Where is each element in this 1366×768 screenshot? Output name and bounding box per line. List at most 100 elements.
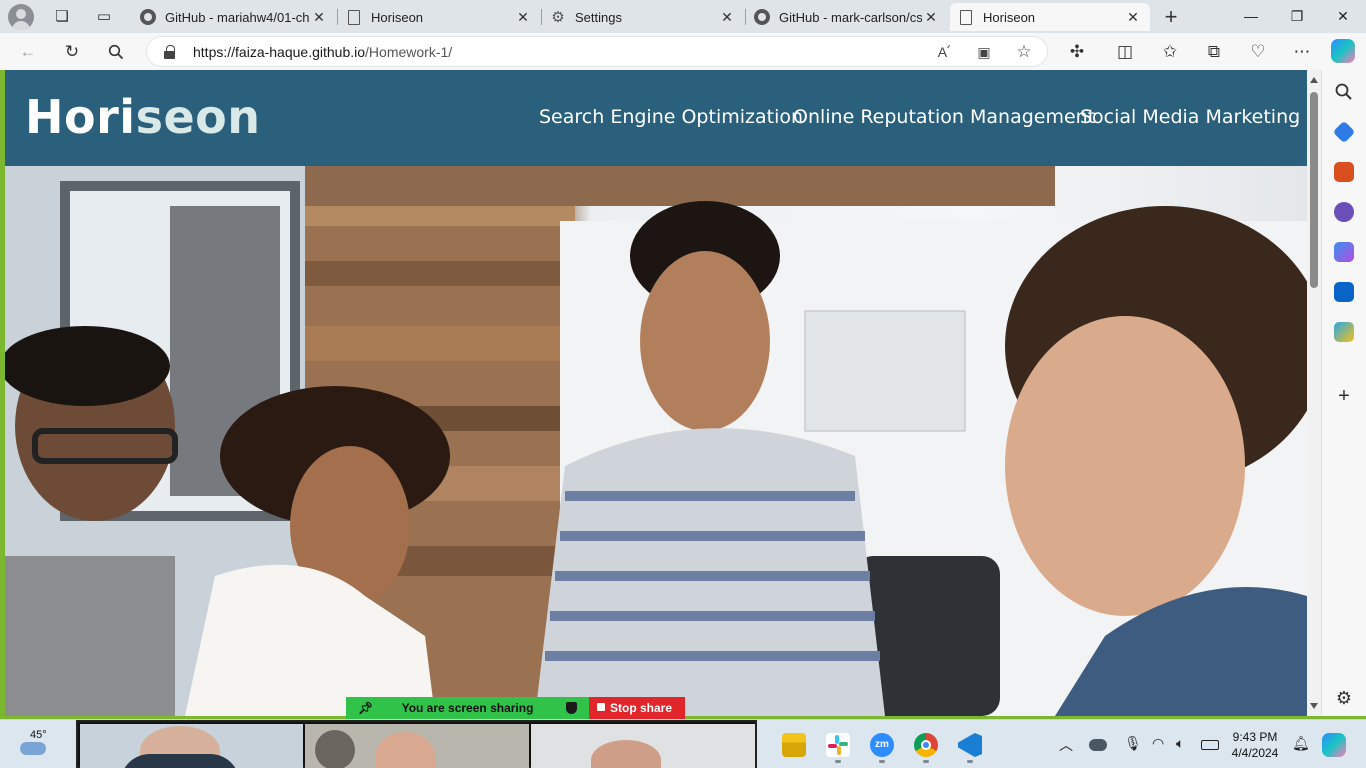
running-indicator [923,760,929,763]
add-icon[interactable]: + [1334,386,1354,406]
close-window-button[interactable]: ✕ [1320,0,1366,33]
outlook-icon[interactable] [1334,282,1354,302]
search-icon[interactable] [102,38,130,66]
copilot-icon[interactable] [1331,39,1355,63]
games-icon[interactable] [1334,202,1354,222]
tab-horiseon-active[interactable]: Horiseon ✕ [950,3,1150,31]
edge-sidebar: + ⚙ [1321,70,1366,716]
url-text[interactable]: https://faiza-haque.github.io/Homework-1… [193,44,452,60]
back-icon[interactable]: ← [14,38,42,66]
participant-video[interactable] [531,724,755,768]
more-icon[interactable]: ⋯ [1288,38,1316,66]
weather-cloud-icon [20,742,46,755]
notification-bell-icon[interactable]: 🔔︎ [1292,735,1310,752]
clock-date: 4/4/2024 [1231,746,1279,760]
pin-icon: 📌︎ [358,701,374,715]
weather-temp: 45° [30,729,47,741]
browser-toolbar: ← ↻ https://faiza-haque.github.io/Homewo… [0,33,1366,70]
url-scheme: https:// [193,44,236,60]
taskbar-clock[interactable]: 9:43 PM 4/4/2024 [1224,729,1286,761]
browser-essentials-icon[interactable]: ♡ [1244,38,1272,66]
tab-actions-icon[interactable]: ▭ [91,5,117,29]
participant-video[interactable] [80,724,303,768]
nav-link-social-media[interactable]: Social Media Marketing [1080,106,1300,128]
page-icon [346,9,362,25]
url-host: faiza-haque.github.io [235,44,366,60]
split-screen-icon[interactable]: ◫ [1111,38,1139,66]
collections-icon[interactable]: ⧉ [1200,38,1228,66]
stop-share-button[interactable]: Stop share [589,697,685,719]
video-call-strip[interactable] [76,720,757,768]
scrollbar-thumb[interactable] [1310,92,1318,288]
site-logo: Horiseon [25,90,261,144]
close-tab-icon[interactable]: ✕ [718,9,736,26]
screen-sharing-status[interactable]: 📌︎ You are screen sharing [346,697,589,719]
onedrive-icon[interactable] [1089,739,1107,751]
nav-link-seo[interactable]: Search Engine Optimization [539,106,803,128]
copilot-icon[interactable] [1322,733,1346,757]
search-icon[interactable] [1334,82,1354,102]
lock-icon[interactable] [164,45,175,59]
new-tab-button[interactable]: + [1158,5,1184,29]
hero-image [5,166,1307,716]
clock-time: 9:43 PM [1232,730,1278,744]
tab-github-mark-carlson[interactable]: GitHub - mark-carlson/css ✕ [746,3,948,31]
gear-icon: ⚙ [551,9,565,26]
file-explorer-icon[interactable] [782,733,806,757]
zoom-icon[interactable]: zm [870,733,894,757]
wifi-icon[interactable]: ◠ [1152,735,1164,752]
immersive-reader-icon[interactable]: ▣ [972,41,996,63]
chevron-up-icon[interactable]: ︿ [1059,735,1073,755]
nav-link-reputation[interactable]: Online Reputation Management [793,106,1095,128]
web-page: Horiseon Search Engine Optimization Onli… [5,70,1307,716]
tab-github-mariahw4[interactable]: GitHub - mariahw4/01-cha ✕ [132,3,336,31]
page-icon [958,9,974,25]
tab-title: Horiseon [371,9,424,25]
volume-icon[interactable]: 🔈︎ [1176,735,1184,752]
running-indicator [879,760,885,763]
github-icon [140,9,156,25]
tab-horiseon-1[interactable]: Horiseon ✕ [338,3,540,31]
tab-title: GitHub - mark-carlson/css [779,9,922,25]
extensions-icon[interactable]: ✣ [1063,38,1091,66]
logo-main: Hori [25,90,136,144]
settings-icon[interactable]: ⚙ [1334,688,1354,708]
workspaces-icon[interactable]: ❏ [49,5,75,29]
refresh-icon[interactable]: ↻ [58,38,86,66]
shield-icon [566,702,577,714]
favorite-star-icon[interactable]: ☆ [1012,41,1036,63]
scroll-up-icon[interactable] [1310,77,1318,83]
screen-sharing-label: You are screen sharing [401,701,534,715]
weather-widget[interactable]: 45° [16,728,56,762]
close-tab-icon[interactable]: ✕ [310,9,328,26]
minimize-button[interactable]: — [1228,0,1274,33]
favorites-icon[interactable]: ✩ [1156,38,1184,66]
microphone-icon[interactable]: 🎙︎ [1124,735,1142,752]
chrome-icon[interactable] [914,733,938,757]
participant-video[interactable] [305,724,529,768]
shopping-tag-icon[interactable] [1332,120,1356,144]
url-path: /Homework-1/ [365,44,453,60]
address-bar[interactable]: https://faiza-haque.github.io/Homework-1… [146,36,1048,67]
tools-icon[interactable] [1334,162,1354,182]
read-aloud-icon[interactable]: A՛ [932,41,956,63]
slack-icon[interactable] [826,733,850,757]
github-icon [754,9,770,25]
tab-strip: ❏ ▭ GitHub - mariahw4/01-cha ✕ Horiseon … [0,0,1366,33]
scroll-down-icon[interactable] [1310,703,1318,709]
tab-title: GitHub - mariahw4/01-cha [165,9,310,25]
logo-accent: seon [135,90,261,144]
microsoft-365-icon[interactable] [1334,242,1354,262]
send-icon[interactable] [1334,322,1354,342]
close-tab-icon[interactable]: ✕ [1124,9,1142,26]
tab-settings[interactable]: ⚙ Settings ✕ [542,3,744,31]
tab-title: Horiseon [983,9,1036,25]
running-indicator [835,760,841,763]
page-scrollbar[interactable] [1307,70,1321,716]
battery-icon[interactable] [1201,740,1219,750]
maximize-button[interactable]: ❐ [1274,0,1320,33]
close-tab-icon[interactable]: ✕ [922,9,940,26]
close-tab-icon[interactable]: ✕ [514,9,532,26]
hero-photo-illustration [5,166,1307,716]
profile-avatar-icon[interactable] [8,4,34,30]
